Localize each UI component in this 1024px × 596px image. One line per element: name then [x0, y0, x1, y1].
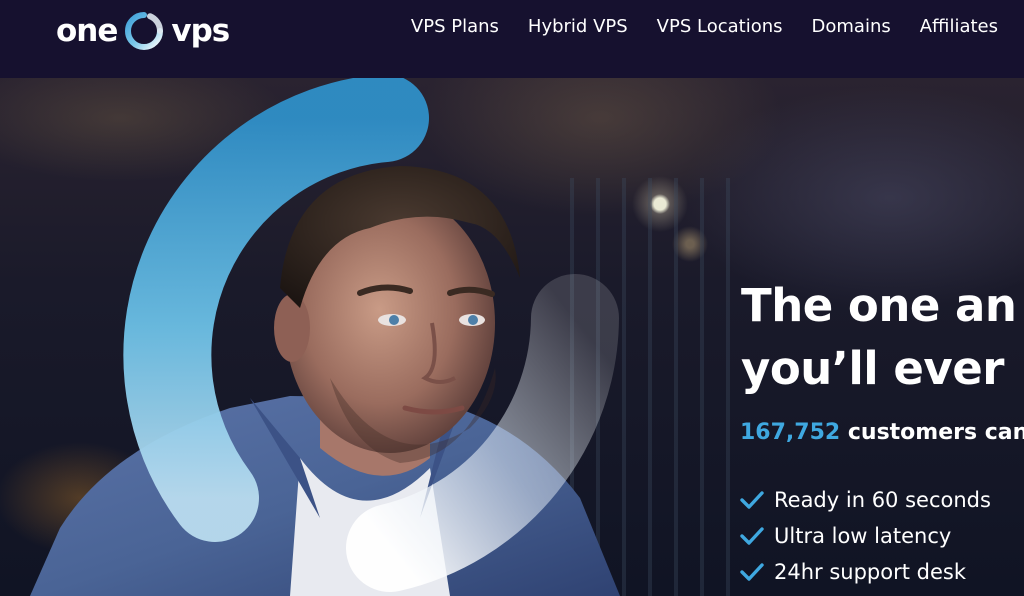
- nav-affiliates[interactable]: Affiliates: [920, 15, 998, 39]
- feature-item: 24hr support desk: [740, 554, 991, 590]
- feature-label: Ultra low latency: [774, 524, 952, 548]
- customers-text: customers can’t: [847, 420, 1024, 445]
- check-icon: [740, 491, 764, 509]
- site-header: one vps VPS Plans Hybrid VPS VPS Locatio…: [0, 0, 1024, 78]
- feature-label: 24hr support desk: [774, 560, 966, 584]
- logo-text-one: one: [56, 12, 118, 49]
- hero-person-image: [30, 166, 620, 596]
- check-icon: [740, 563, 764, 581]
- feature-item: Ultra low latency: [740, 518, 991, 554]
- check-icon: [740, 527, 764, 545]
- logo-ring-icon: [125, 12, 164, 50]
- hero-headline: The one an you’ll ever: [741, 274, 1024, 400]
- site-logo[interactable]: one vps: [56, 8, 230, 54]
- headline-line-2: you’ll ever: [741, 342, 1004, 395]
- headline-line-1: The one an: [741, 279, 1017, 332]
- feature-item: Ready in 60 seconds: [740, 482, 991, 518]
- nav-domains[interactable]: Domains: [812, 15, 891, 39]
- nav-vps-locations[interactable]: VPS Locations: [657, 15, 783, 39]
- logo-text-vps: vps: [171, 12, 230, 49]
- feature-list: Ready in 60 seconds Ultra low latency 24…: [740, 482, 991, 590]
- main-nav: VPS Plans Hybrid VPS VPS Locations Domai…: [411, 15, 998, 39]
- customers-line: 167,752 customers can’t: [740, 420, 1024, 445]
- feature-label: Ready in 60 seconds: [774, 488, 991, 512]
- nav-hybrid-vps[interactable]: Hybrid VPS: [528, 15, 628, 39]
- hero-section: The one an you’ll ever 167,752 customers…: [0, 78, 1024, 596]
- customers-count: 167,752: [740, 420, 841, 445]
- nav-vps-plans[interactable]: VPS Plans: [411, 15, 499, 39]
